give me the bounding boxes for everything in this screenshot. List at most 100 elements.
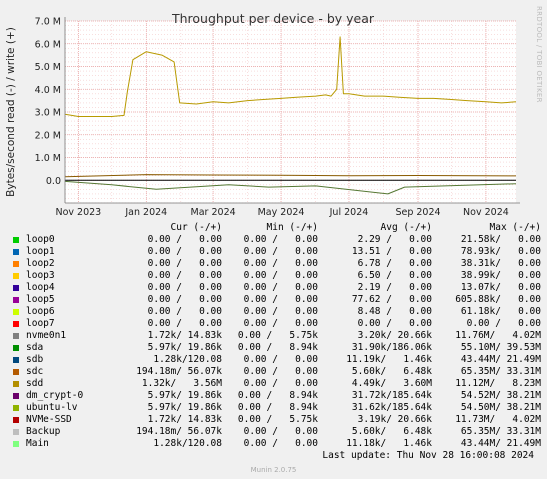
legend-row: sdb 1.28k/120.08 0.00 / 0.00 11.19k/ 1.46k 4… xyxy=(12,354,542,366)
avg-value: 13.51 / 0.00 xyxy=(351,246,432,257)
chart-title: Throughput per device - by year xyxy=(171,11,375,26)
min-value: 0.00 / 0.00 xyxy=(243,378,318,389)
min-value: 0.00 / 8.94k xyxy=(237,342,318,353)
cur-value: 0.00 / 0.00 xyxy=(147,270,222,281)
y-tick-label: 4.0 M xyxy=(35,85,61,96)
avg-value: 4.49k/ 3.60M xyxy=(351,378,432,389)
legend-row: loop5 0.00 / 0.00 0.00 / 0.00 77.62 / 0.00 6… xyxy=(12,294,542,306)
device-name: loop6 xyxy=(26,306,55,317)
legend-row: loop3 0.00 / 0.00 0.00 / 0.00 6.50 / 0.00 38… xyxy=(12,270,542,282)
min-value: 0.00 / 0.00 xyxy=(243,306,318,317)
cur-value: 0.00 / 0.00 xyxy=(147,294,222,305)
avg-value: 3.19k/ 20.66k xyxy=(357,414,432,425)
color-swatch xyxy=(13,417,19,423)
min-value: 0.00 / 0.00 xyxy=(243,318,318,329)
legend-row: nvme0n1 1.72k/ 14.83k 0.00 / 5.75k 3.20k/ 2… xyxy=(12,330,542,342)
device-name: ubuntu-lv xyxy=(26,402,78,413)
device-name: loop3 xyxy=(26,270,55,281)
y-tick-label: 7.0 M xyxy=(35,17,61,28)
color-swatch xyxy=(13,369,19,375)
min-value: 0.00 / 5.75k xyxy=(237,330,318,341)
min-value: 0.00 / 0.00 xyxy=(243,270,318,281)
device-name: loop7 xyxy=(26,318,55,329)
legend-row: loop0 0.00 / 0.00 0.00 / 0.00 2.29 / 0.00 21… xyxy=(12,234,542,246)
x-tick-label: Jan 2024 xyxy=(124,207,167,218)
color-swatch xyxy=(13,357,19,363)
min-value: 0.00 / 0.00 xyxy=(243,294,318,305)
max-value: 13.07k/ 0.00 xyxy=(460,282,541,293)
cur-value: 0.00 / 0.00 xyxy=(147,306,222,317)
legend-row: loop7 0.00 / 0.00 0.00 / 0.00 0.00 / 0.00 0.… xyxy=(12,318,542,330)
cur-value: 1.72k/ 14.83k xyxy=(147,414,222,425)
device-name: sdb xyxy=(26,354,44,365)
avg-value: 5.60k/ 6.48k xyxy=(351,426,432,437)
max-value: 54.50M/ 38.21M xyxy=(460,402,541,413)
max-value: 38.99k/ 0.00 xyxy=(460,270,541,281)
rrdtool-credit: RRDTOOL / TOBI OETIKER xyxy=(535,6,543,103)
device-name: nvme0n1 xyxy=(26,330,67,341)
legend-row: NVMe-SSD 1.72k/ 14.83k 0.00 / 5.75k 3.19k/ … xyxy=(12,414,542,426)
color-swatch xyxy=(13,309,19,315)
cur-value: 5.97k/ 19.86k xyxy=(147,402,222,413)
cur-value: 1.32k/ 3.56M xyxy=(141,378,222,389)
max-value: 61.18k/ 0.00 xyxy=(460,306,541,317)
avg-value: 8.48 / 0.00 xyxy=(357,306,432,317)
legend-row: sdd 1.32k/ 3.56M 0.00 / 0.00 4.49k/ 3.60M 11… xyxy=(12,378,542,390)
cur-value: 1.28k/120.08 xyxy=(153,354,222,365)
x-tick-label: Mar 2024 xyxy=(191,207,236,218)
avg-value: 0.00 / 0.00 xyxy=(357,318,432,329)
cur-value: 0.00 / 0.00 xyxy=(147,318,222,329)
max-value: 43.44M/ 21.49M xyxy=(460,438,541,449)
x-tick-label: Nov 2023 xyxy=(55,207,101,218)
device-name: loop4 xyxy=(26,282,55,293)
avg-value: 77.62 / 0.00 xyxy=(351,294,432,305)
cur-value: 5.97k/ 19.86k xyxy=(147,390,222,401)
max-value: 54.52M/ 38.21M xyxy=(460,390,541,401)
max-value: 38.31k/ 0.00 xyxy=(460,258,541,269)
header-avg: Avg (-/+) xyxy=(380,222,432,233)
color-swatch xyxy=(13,321,19,327)
max-value: 11.76M/ 4.02M xyxy=(455,330,541,341)
cur-value: 1.72k/ 14.83k xyxy=(147,330,222,341)
cur-value: 5.97k/ 19.86k xyxy=(147,342,222,353)
device-name: sdc xyxy=(26,366,44,377)
avg-value: 5.60k/ 6.48k xyxy=(351,366,432,377)
y-tick-label: 1.0 M xyxy=(35,153,61,164)
max-value: 65.35M/ 33.31M xyxy=(460,426,541,437)
device-name: Main xyxy=(26,438,49,449)
device-name: sda xyxy=(26,342,44,353)
avg-value: 2.19 / 0.00 xyxy=(357,282,432,293)
legend-row: ubuntu-lv 5.97k/ 19.86k 0.00 / 8.94k 31.62k… xyxy=(12,402,542,414)
munin-graph: 0.0 1.0 M 2.0 M 3.0 M 4.0 M 5.0 M 6.0 M 7.0 M No… xyxy=(0,0,547,479)
cur-value: 0.00 / 0.00 xyxy=(147,234,222,245)
max-value: 0.00 / 0.00 xyxy=(466,318,541,329)
min-value: 0.00 / 5.75k xyxy=(237,414,318,425)
max-value: 78.93k/ 0.00 xyxy=(460,246,541,257)
max-value: 65.35M/ 33.31M xyxy=(460,366,541,377)
y-tick-label: 0.0 xyxy=(46,176,61,187)
throughput-chart: 0.0 1.0 M 2.0 M 3.0 M 4.0 M 5.0 M 6.0 M 7.0 M No… xyxy=(5,6,543,218)
cur-value: 0.00 / 0.00 xyxy=(147,246,222,257)
min-value: 0.00 / 8.94k xyxy=(237,402,318,413)
avg-value: 11.18k/ 1.46k xyxy=(346,438,432,449)
min-value: 0.00 / 0.00 xyxy=(243,426,318,437)
y-tick-label: 6.0 M xyxy=(35,39,61,50)
cur-value: 1.28k/120.08 xyxy=(153,438,222,449)
legend-row: sda 5.97k/ 19.86k 0.00 / 8.94k 31.90k/186.0… xyxy=(12,342,542,354)
color-swatch xyxy=(13,381,19,387)
avg-value: 11.19k/ 1.46k xyxy=(346,354,432,365)
color-swatch xyxy=(13,237,19,243)
color-swatch xyxy=(13,441,19,447)
header-cur: Cur (-/+) xyxy=(170,222,222,233)
avg-value: 3.20k/ 20.66k xyxy=(357,330,432,341)
min-value: 0.00 / 8.94k xyxy=(237,390,318,401)
color-swatch xyxy=(13,261,19,267)
avg-value: 6.50 / 0.00 xyxy=(357,270,432,281)
min-value: 0.00 / 0.00 xyxy=(243,258,318,269)
y-tick-label: 5.0 M xyxy=(35,62,61,73)
legend-row: loop2 0.00 / 0.00 0.00 / 0.00 6.78 / 0.00 38… xyxy=(12,258,542,270)
legend-table: Cur (-/+) Min (-/+) Avg (-/+) Max (-/+) … xyxy=(12,222,542,450)
max-value: 55.10M/ 39.53M xyxy=(460,342,541,353)
color-swatch xyxy=(13,333,19,339)
max-value: 11.73M/ 4.02M xyxy=(455,414,541,425)
